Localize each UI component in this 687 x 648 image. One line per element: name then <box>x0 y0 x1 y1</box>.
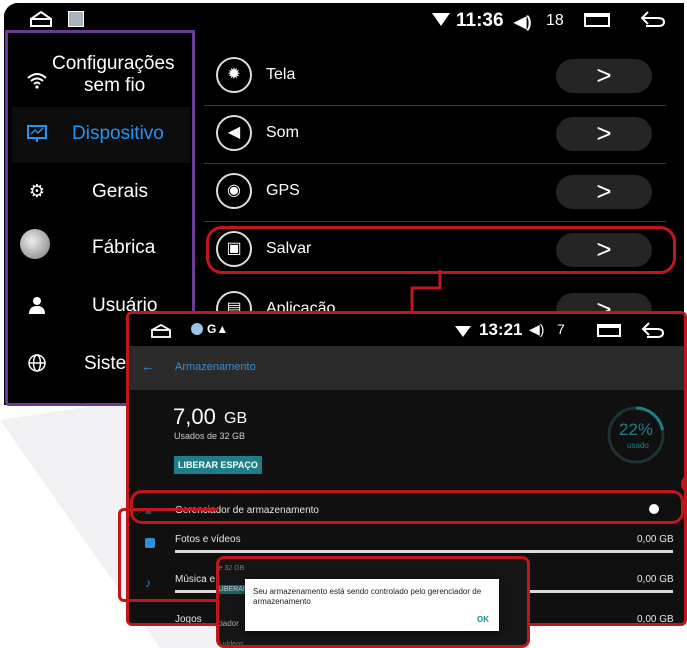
dialog-message: Seu armazenamento está sendo controlado … <box>253 587 482 606</box>
back-arrow-icon[interactable]: ← <box>141 358 155 374</box>
ghost-text: e vídeos <box>217 641 244 648</box>
usage-label: usado <box>627 441 649 450</box>
menu-item-display[interactable]: ✹ Tela > <box>204 49 666 106</box>
home-icon[interactable] <box>30 10 52 27</box>
settings-app-icon <box>191 323 203 335</box>
category-value: 0,00 GB <box>637 614 674 625</box>
app-bar: ← Armazenamento <box>129 346 684 390</box>
used-subtitle: Usados de 32 GB <box>174 431 246 441</box>
volume-level: 18 <box>546 12 564 29</box>
notification-icons: G▲ <box>207 322 229 336</box>
ghost-text: ciador <box>217 619 239 628</box>
ghost-text: le 32 GB <box>217 565 245 572</box>
wifi-status-icon <box>455 325 471 343</box>
category-value: 0,00 GB <box>637 574 674 585</box>
gps-icon: ◉ <box>216 173 252 209</box>
storage-dialog: le 32 GB LIBERAR ESPA ciador e vídeos Se… <box>216 556 530 648</box>
back-icon[interactable] <box>640 9 666 34</box>
free-space-button[interactable]: LIBERAR ESPAÇO <box>174 456 262 474</box>
home-icon[interactable] <box>151 323 171 343</box>
ok-button[interactable]: OK <box>477 615 489 624</box>
display-icon: ✹ <box>216 57 252 93</box>
connector-line <box>410 270 442 316</box>
recent-apps-icon[interactable] <box>584 13 610 27</box>
status-bar: G▲ 13:21 ◀︎) 7 <box>129 314 684 346</box>
menu-item-sound[interactable]: ◀ Som > <box>204 107 666 164</box>
sound-icon: ◀ <box>216 115 252 151</box>
category-value: 0,00 GB <box>637 534 674 545</box>
menu-item-label: Som <box>266 124 299 141</box>
settings-app-icon <box>68 11 84 27</box>
side-handle[interactable] <box>681 474 684 494</box>
menu-item-gps[interactable]: ◉ GPS > <box>204 165 666 222</box>
volume-icon: ◀︎) <box>529 321 545 337</box>
recent-apps-icon[interactable] <box>597 324 621 337</box>
clock: 11:36 <box>456 10 504 31</box>
used-value: 7,00 <box>173 404 216 429</box>
usage-bar <box>175 550 673 553</box>
clock: 13:21 <box>479 320 523 339</box>
connector-bracket <box>118 508 218 602</box>
volume-icon: ◀︎) <box>514 14 532 31</box>
menu-item-label: GPS <box>266 182 300 199</box>
chevron-right-icon[interactable]: > <box>556 59 652 93</box>
used-unit: GB <box>224 410 248 427</box>
usage-percent: 22% <box>619 420 654 439</box>
volume-level: 7 <box>557 321 565 337</box>
page-title: Armazenamento <box>175 361 256 373</box>
chevron-right-icon[interactable]: > <box>556 175 652 209</box>
save-row-highlight <box>206 226 676 274</box>
menu-item-label: Tela <box>266 66 296 83</box>
wifi-status-icon <box>432 13 450 32</box>
dialog-card: Seu armazenamento está sendo controlado … <box>245 579 499 631</box>
back-icon[interactable] <box>641 320 665 345</box>
category-label: Jogos <box>175 614 202 625</box>
chevron-right-icon[interactable]: > <box>556 117 652 151</box>
